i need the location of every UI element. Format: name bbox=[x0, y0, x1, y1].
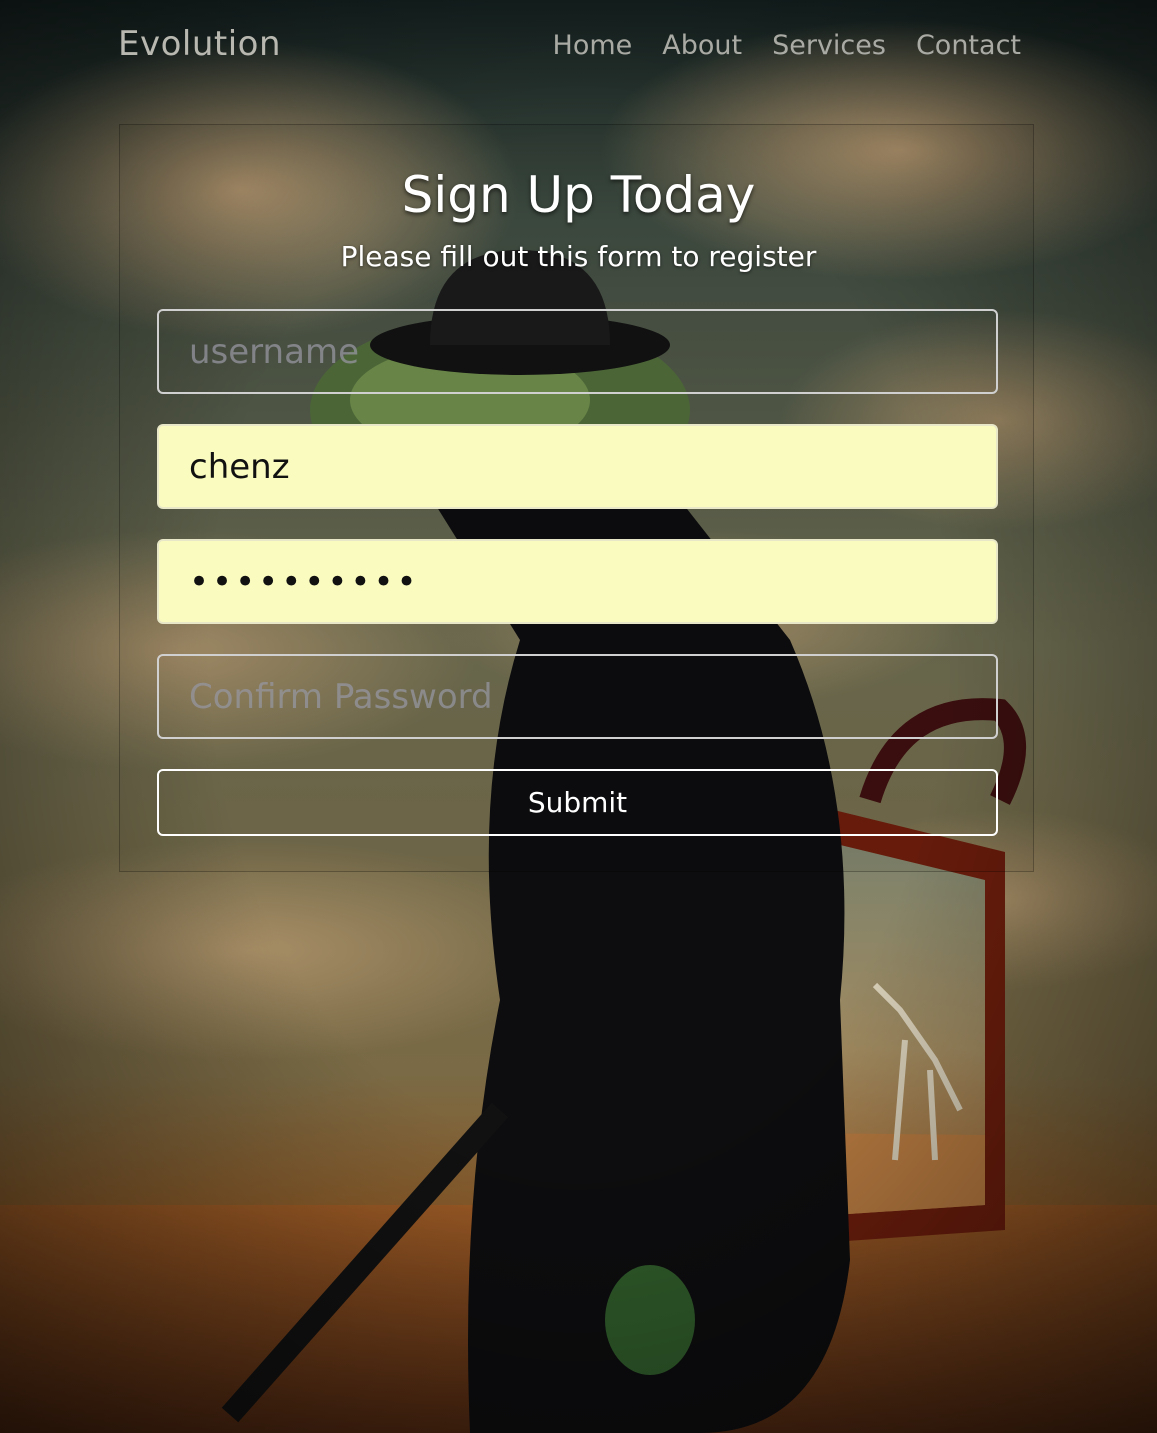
brand-logo[interactable]: Evolution bbox=[118, 24, 281, 64]
nav-link-about[interactable]: About bbox=[662, 30, 742, 61]
username-input[interactable] bbox=[157, 309, 998, 394]
form-title: Sign Up Today bbox=[401, 166, 756, 224]
nav-link-contact[interactable]: Contact bbox=[916, 30, 1021, 61]
form-subtitle: Please fill out this form to register bbox=[340, 240, 817, 273]
navbar: Evolution Home About Services Contact bbox=[0, 0, 1157, 92]
confirm-password-input[interactable] bbox=[157, 654, 998, 739]
submit-button[interactable]: Submit bbox=[157, 769, 998, 836]
nav-links: Home About Services Contact bbox=[553, 30, 1021, 61]
name-input[interactable] bbox=[157, 424, 998, 509]
nav-link-home[interactable]: Home bbox=[553, 30, 633, 61]
nav-link-services[interactable]: Services bbox=[772, 30, 886, 61]
password-input[interactable] bbox=[157, 539, 998, 624]
